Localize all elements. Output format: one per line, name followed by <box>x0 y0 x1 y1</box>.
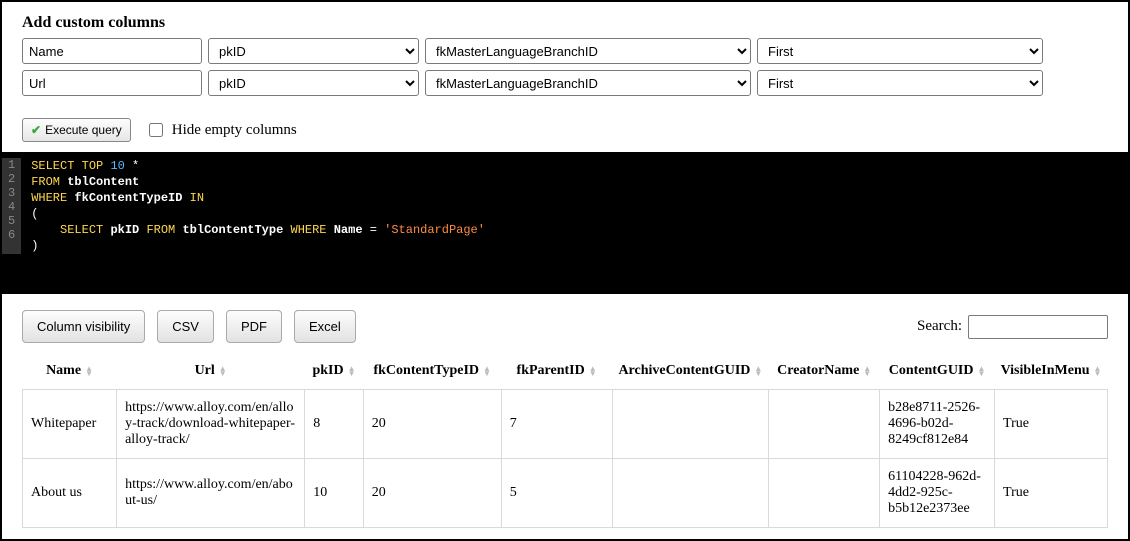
column-header[interactable]: fkContentTypeID ▲▼ <box>363 357 501 390</box>
table-cell: b28e8711-2526-4696-b02d-8249cf812e84 <box>880 390 995 459</box>
search-wrap: Search: <box>917 315 1108 339</box>
column-header[interactable]: Url ▲▼ <box>117 357 305 390</box>
table-row[interactable]: About ushttps://www.alloy.com/en/about-u… <box>23 459 1108 528</box>
table-cell: About us <box>23 459 117 528</box>
table-body: Whitepaperhttps://www.alloy.com/en/alloy… <box>23 390 1108 528</box>
hide-empty-columns-label: Hide empty columns <box>172 122 297 139</box>
table-cell <box>769 390 880 459</box>
column-header-label: VisibleInMenu <box>1001 363 1090 378</box>
table-cell: Whitepaper <box>23 390 117 459</box>
app-frame: Add custom columns pkIDfkMasterLanguageB… <box>0 0 1130 541</box>
column-header[interactable]: Name ▲▼ <box>23 357 117 390</box>
custom-columns-rows: pkIDfkMasterLanguageBranchIDFirstpkIDfkM… <box>22 38 1108 96</box>
column-header[interactable]: VisibleInMenu ▲▼ <box>995 357 1108 390</box>
execute-query-button[interactable]: ✔ Execute query <box>22 118 131 142</box>
custom-column-select-1[interactable]: pkID <box>208 38 419 64</box>
hide-empty-columns-toggle[interactable]: Hide empty columns <box>145 120 297 140</box>
table-controls: Column visibility CSV PDF Excel Search: <box>22 310 1108 343</box>
table-header-row: Name▲▼Url▲▼pkID▲▼fkContentTypeID▲▼fkPare… <box>23 357 1108 390</box>
export-pdf-button[interactable]: PDF <box>226 310 282 343</box>
custom-column-select-2[interactable]: fkMasterLanguageBranchID <box>425 70 751 96</box>
sort-icon: ▲▼ <box>219 366 227 376</box>
table-cell <box>769 459 880 528</box>
column-header-label: fkContentTypeID <box>373 363 479 378</box>
sort-icon: ▲▼ <box>589 366 597 376</box>
custom-column-select-3[interactable]: First <box>757 38 1043 64</box>
sort-icon: ▲▼ <box>754 366 762 376</box>
action-bar: ✔ Execute query Hide empty columns <box>22 118 1108 142</box>
table-cell: 61104228-962d-4dd2-925c-b5b12e2373ee <box>880 459 995 528</box>
table-cell: True <box>995 459 1108 528</box>
custom-column-name-input[interactable] <box>22 70 202 96</box>
custom-column-select-1[interactable]: pkID <box>208 70 419 96</box>
column-header-label: Name <box>46 363 81 378</box>
column-header[interactable]: fkParentID ▲▼ <box>501 357 612 390</box>
table-cell: True <box>995 390 1108 459</box>
column-visibility-button[interactable]: Column visibility <box>22 310 145 343</box>
check-icon: ✔ <box>31 123 41 137</box>
export-buttons: Column visibility CSV PDF Excel <box>22 310 356 343</box>
table-cell: 20 <box>363 459 501 528</box>
column-header-label: pkID <box>312 363 343 378</box>
table-cell <box>612 390 769 459</box>
column-header-label: Url <box>195 363 215 378</box>
sort-icon: ▲▼ <box>483 366 491 376</box>
sql-gutter: 123456 <box>2 158 21 254</box>
export-excel-button[interactable]: Excel <box>294 310 356 343</box>
column-header[interactable]: CreatorName ▲▼ <box>769 357 880 390</box>
column-header[interactable]: ContentGUID▲▼ <box>880 357 995 390</box>
table-cell <box>612 459 769 528</box>
results-table: Name▲▼Url▲▼pkID▲▼fkContentTypeID▲▼fkPare… <box>22 357 1108 528</box>
table-row[interactable]: Whitepaperhttps://www.alloy.com/en/alloy… <box>23 390 1108 459</box>
custom-column-row: pkIDfkMasterLanguageBranchIDFirst <box>22 38 1108 64</box>
section-heading: Add custom columns <box>22 14 1108 32</box>
table-cell: 20 <box>363 390 501 459</box>
column-header-label: ArchiveContentGUID <box>618 363 750 378</box>
table-cell: 8 <box>305 390 364 459</box>
custom-column-name-input[interactable] <box>22 38 202 64</box>
sort-icon: ▲▼ <box>977 366 985 376</box>
table-cell: 7 <box>501 390 612 459</box>
table-cell: https://www.alloy.com/en/alloy-track/dow… <box>117 390 305 459</box>
column-header[interactable]: pkID ▲▼ <box>305 357 364 390</box>
table-cell: 5 <box>501 459 612 528</box>
hide-empty-columns-checkbox[interactable] <box>149 123 163 137</box>
table-cell: https://www.alloy.com/en/about-us/ <box>117 459 305 528</box>
sort-icon: ▲▼ <box>85 366 93 376</box>
column-header-label: fkParentID <box>517 363 585 378</box>
custom-column-select-2[interactable]: fkMasterLanguageBranchID <box>425 38 751 64</box>
table-cell: 10 <box>305 459 364 528</box>
search-label: Search: <box>917 318 962 335</box>
column-header[interactable]: ArchiveContentGUID ▲▼ <box>612 357 769 390</box>
sql-code[interactable]: SELECT TOP 10 *FROM tblContentWHERE fkCo… <box>21 158 495 254</box>
sort-icon: ▲▼ <box>863 366 871 376</box>
execute-query-label: Execute query <box>45 123 122 137</box>
column-header-label: ContentGUID <box>889 363 974 378</box>
export-csv-button[interactable]: CSV <box>157 310 214 343</box>
column-header-label: CreatorName <box>777 363 859 378</box>
custom-column-row: pkIDfkMasterLanguageBranchIDFirst <box>22 70 1108 96</box>
search-input[interactable] <box>968 315 1108 339</box>
custom-column-select-3[interactable]: First <box>757 70 1043 96</box>
sql-editor[interactable]: 123456 SELECT TOP 10 *FROM tblContentWHE… <box>2 152 1128 294</box>
sort-icon: ▲▼ <box>348 366 356 376</box>
sort-icon: ▲▼ <box>1094 366 1102 376</box>
